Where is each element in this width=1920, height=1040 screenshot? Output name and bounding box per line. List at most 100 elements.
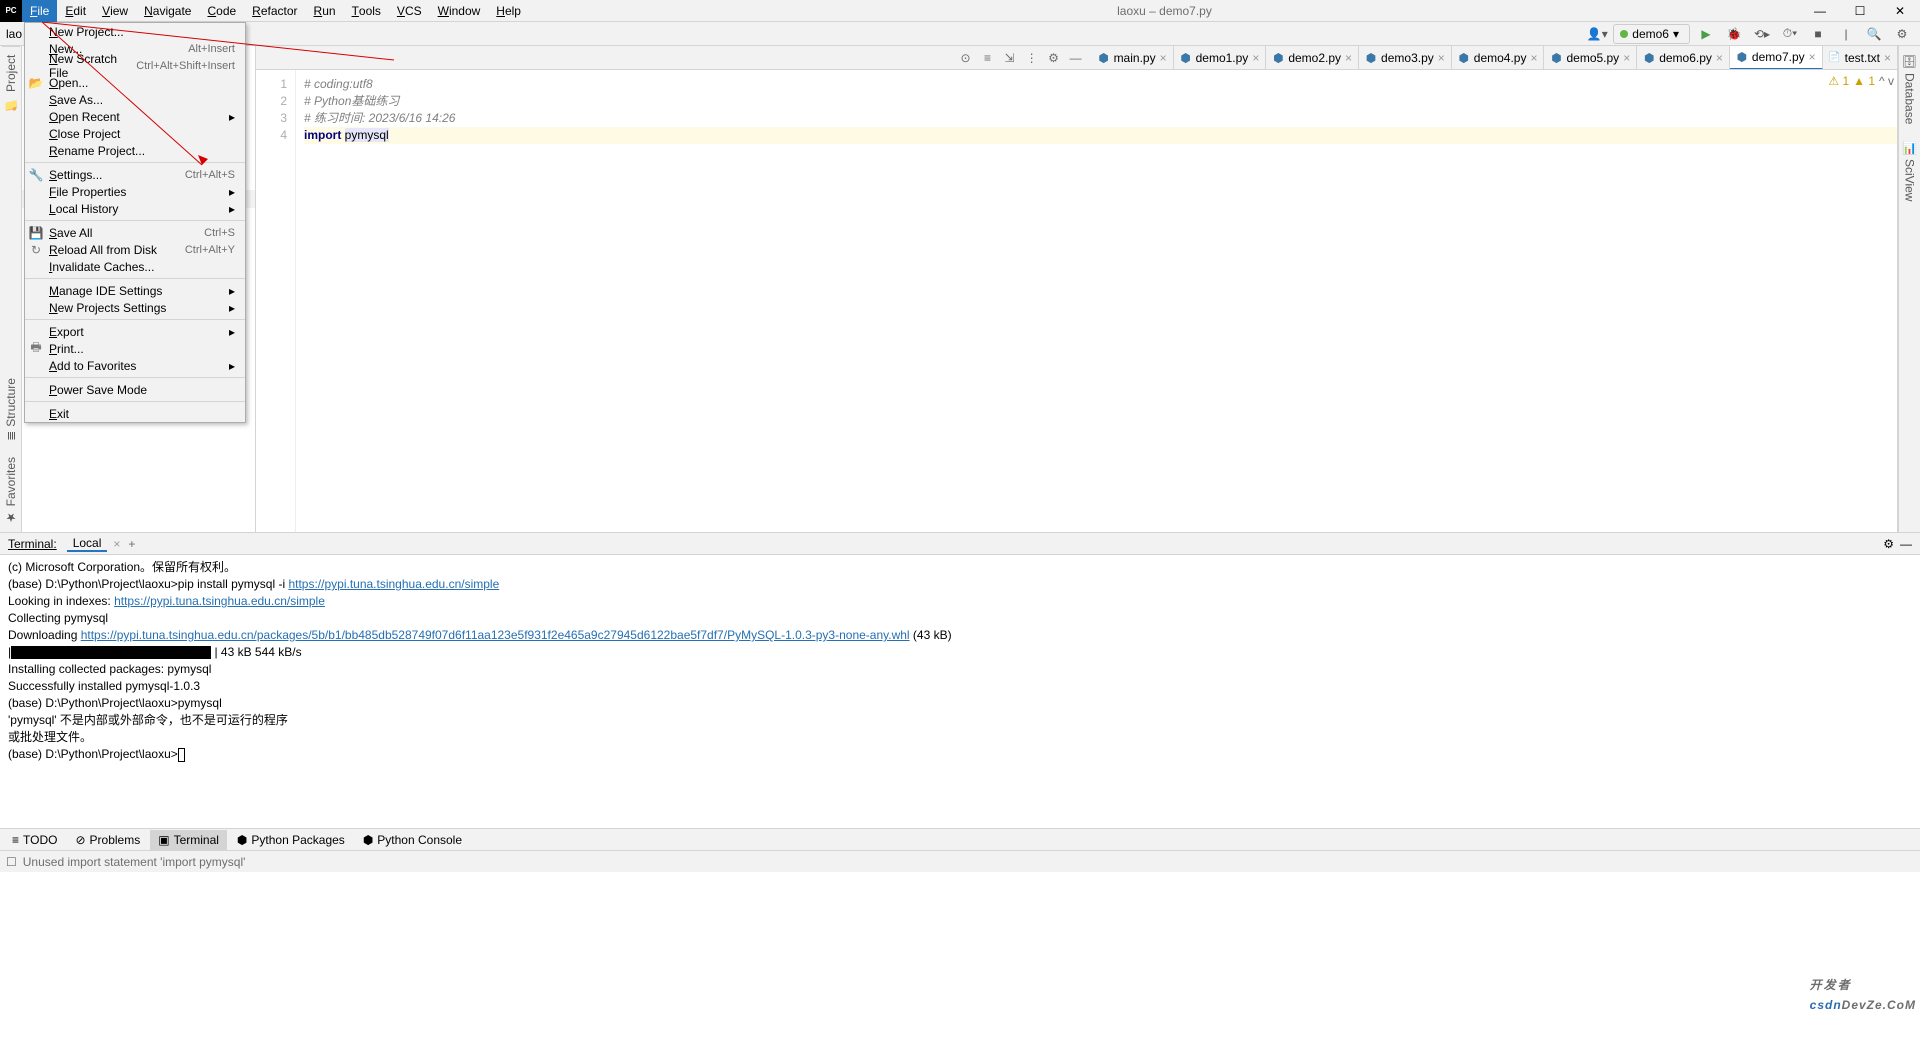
- bottom-tab-python-console[interactable]: ⬢Python Console: [355, 830, 470, 850]
- file-menu-open-[interactable]: 📂Open...: [25, 74, 245, 91]
- menu-run[interactable]: Run: [306, 0, 344, 22]
- settings-button[interactable]: ⚙: [1890, 23, 1914, 45]
- close-icon[interactable]: ×: [1530, 51, 1537, 65]
- close-icon[interactable]: ×: [1438, 51, 1445, 65]
- close-icon[interactable]: ×: [1884, 51, 1891, 65]
- file-menu-new-projects-settings[interactable]: New Projects Settings▸: [25, 299, 245, 316]
- menu-code[interactable]: Code: [199, 0, 244, 22]
- file-menu-dropdown: New Project...New...Alt+InsertNew Scratc…: [24, 22, 246, 423]
- editor-tab-demo5-py[interactable]: ⬢demo5.py×: [1544, 46, 1637, 70]
- left-tool-stripe: 📁 Project ≣ Structure ★ Favorites: [0, 46, 22, 532]
- editor-inspection-status[interactable]: ⚠ 1 ▲ 1 ^ v: [1828, 74, 1894, 88]
- menu-vcs[interactable]: VCS: [389, 0, 430, 22]
- editor-tab-demo4-py[interactable]: ⬢demo4.py×: [1452, 46, 1545, 70]
- minimize-button[interactable]: —: [1800, 0, 1840, 22]
- file-menu-exit[interactable]: Exit: [25, 405, 245, 422]
- terminal-panel: Terminal: Local × + ⚙ — (c) Microsoft Co…: [0, 532, 1920, 828]
- menu-file[interactable]: File: [22, 0, 57, 22]
- status-icon: ☐: [6, 855, 17, 869]
- editor-tab-main-py[interactable]: ⬢main.py×: [1092, 46, 1174, 70]
- editor-tab-demo3-py[interactable]: ⬢demo3.py×: [1359, 46, 1452, 70]
- file-menu-save-as-[interactable]: Save As...: [25, 91, 245, 108]
- file-menu-reload-all-from-disk[interactable]: ↻Reload All from DiskCtrl+Alt+Y: [25, 241, 245, 258]
- tab-divider-icon: ⋮: [1022, 48, 1042, 68]
- terminal-tab-close-icon[interactable]: ×: [113, 537, 120, 551]
- sciview-tool-tab[interactable]: 📊 SciView: [1901, 133, 1919, 210]
- bottom-tab-terminal[interactable]: ▣Terminal: [150, 830, 227, 850]
- terminal-body[interactable]: (c) Microsoft Corporation。保留所有权利。(base) …: [0, 555, 1920, 828]
- project-tool-tab[interactable]: 📁 Project: [2, 46, 20, 119]
- database-tool-tab[interactable]: 🗄 Database: [1901, 46, 1919, 133]
- close-icon[interactable]: ×: [1809, 50, 1816, 64]
- bottom-tab-python-packages[interactable]: ⬢Python Packages: [229, 830, 353, 850]
- file-menu-save-all[interactable]: 💾Save AllCtrl+S: [25, 224, 245, 241]
- window-title: laoxu – demo7.py: [529, 4, 1800, 18]
- chevron-down-icon: ▾: [1673, 27, 1679, 41]
- structure-tool-tab[interactable]: ≣ Structure: [2, 370, 20, 449]
- maximize-button[interactable]: ☐: [1840, 0, 1880, 22]
- breadcrumb[interactable]: lao: [0, 27, 22, 41]
- file-menu-local-history[interactable]: Local History▸: [25, 200, 245, 217]
- file-menu-invalidate-caches-[interactable]: Invalidate Caches...: [25, 258, 245, 275]
- file-menu-add-to-favorites[interactable]: Add to Favorites▸: [25, 357, 245, 374]
- menu-tools[interactable]: Tools: [344, 0, 389, 22]
- editor-tab-test-txt[interactable]: 📄test.txt×: [1823, 46, 1898, 70]
- run-button[interactable]: ▶: [1694, 23, 1718, 45]
- close-icon[interactable]: ×: [1716, 51, 1723, 65]
- close-button[interactable]: ✕: [1880, 0, 1920, 22]
- bottom-tab-problems[interactable]: ⊘Problems: [67, 830, 148, 850]
- gutter: 12 34: [256, 70, 296, 532]
- app-icon: PC: [0, 0, 22, 22]
- file-menu-export[interactable]: Export▸: [25, 323, 245, 340]
- watermark: 开发者 csdnDevZe.CoM: [1810, 964, 1916, 1012]
- file-menu-manage-ide-settings[interactable]: Manage IDE Settings▸: [25, 282, 245, 299]
- tab-gear-icon[interactable]: ⚙: [1044, 48, 1064, 68]
- menu-navigate[interactable]: Navigate: [136, 0, 199, 22]
- file-menu-new-project-[interactable]: New Project...: [25, 23, 245, 40]
- editor-tab-demo6-py[interactable]: ⬢demo6.py×: [1637, 46, 1730, 70]
- editor-tab-demo1-py[interactable]: ⬢demo1.py×: [1174, 46, 1267, 70]
- tab-expand-icon[interactable]: ≡: [978, 48, 998, 68]
- close-icon[interactable]: ×: [1160, 51, 1167, 65]
- right-tool-stripe: 🗄 Database 📊 SciView: [1898, 46, 1920, 532]
- terminal-tab-local[interactable]: Local: [67, 536, 108, 552]
- file-menu-settings-[interactable]: 🔧Settings...Ctrl+Alt+S: [25, 166, 245, 183]
- file-menu-power-save-mode[interactable]: Power Save Mode: [25, 381, 245, 398]
- profile-button[interactable]: ⏱▾: [1778, 23, 1802, 45]
- status-bar: ☐ Unused import statement 'import pymysq…: [0, 850, 1920, 872]
- editor-body[interactable]: 12 34 # coding:utf8 # Python基础练习 # 练习时间:…: [256, 70, 1898, 532]
- code-area[interactable]: # coding:utf8 # Python基础练习 # 练习时间: 2023/…: [296, 70, 1897, 532]
- tab-collapse-icon[interactable]: ⇲: [1000, 48, 1020, 68]
- menu-refactor[interactable]: Refactor: [244, 0, 305, 22]
- file-menu-open-recent[interactable]: Open Recent▸: [25, 108, 245, 125]
- file-menu-print-[interactable]: 🖶Print...: [25, 340, 245, 357]
- tab-locate-icon[interactable]: ⊙: [956, 48, 976, 68]
- close-icon[interactable]: ×: [1252, 51, 1259, 65]
- menu-window[interactable]: Window: [430, 0, 489, 22]
- user-icon[interactable]: 👤▾: [1585, 23, 1609, 45]
- status-text: Unused import statement 'import pymysql': [23, 855, 246, 869]
- file-menu-file-properties[interactable]: File Properties▸: [25, 183, 245, 200]
- close-icon[interactable]: ×: [1623, 51, 1630, 65]
- debug-button[interactable]: 🐞: [1722, 23, 1746, 45]
- run-config-selector[interactable]: demo6 ▾: [1613, 24, 1690, 44]
- close-icon[interactable]: ×: [1345, 51, 1352, 65]
- bottom-tab-todo[interactable]: ≡TODO: [4, 830, 65, 850]
- file-menu-new-scratch-file[interactable]: New Scratch FileCtrl+Alt+Shift+Insert: [25, 57, 245, 74]
- editor-tab-demo7-py[interactable]: ⬢demo7.py×: [1730, 46, 1823, 70]
- file-menu-close-project[interactable]: Close Project: [25, 125, 245, 142]
- terminal-hide-icon[interactable]: —: [1900, 537, 1912, 551]
- terminal-gear-icon[interactable]: ⚙: [1883, 537, 1894, 551]
- run-coverage-button[interactable]: ⟲▸: [1750, 23, 1774, 45]
- stop-button[interactable]: ■: [1806, 23, 1830, 45]
- file-menu-rename-project-[interactable]: Rename Project...: [25, 142, 245, 159]
- favorites-tool-tab[interactable]: ★ Favorites: [2, 449, 20, 532]
- terminal-add-tab-icon[interactable]: +: [128, 537, 135, 551]
- run-config-label: demo6: [1632, 27, 1669, 41]
- menu-edit[interactable]: Edit: [57, 0, 94, 22]
- menu-help[interactable]: Help: [488, 0, 529, 22]
- menu-view[interactable]: View: [94, 0, 136, 22]
- tab-hide-icon[interactable]: —: [1066, 48, 1086, 68]
- search-button[interactable]: 🔍: [1862, 23, 1886, 45]
- editor-tab-demo2-py[interactable]: ⬢demo2.py×: [1266, 46, 1359, 70]
